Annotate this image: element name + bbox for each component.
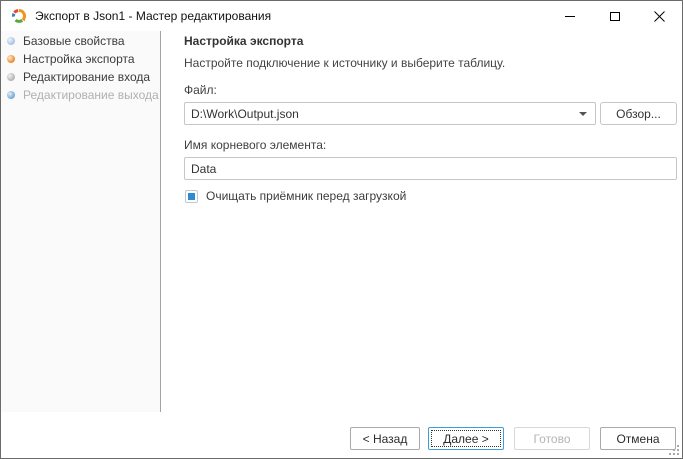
sidebar-item-output-editing: Редактирование выхода <box>1 86 160 104</box>
back-button[interactable]: < Назад <box>350 427 420 450</box>
step-dot-icon <box>7 73 15 81</box>
sidebar-item-export-settings[interactable]: Настройка экспорта <box>1 50 160 68</box>
step-dot-icon <box>7 91 15 99</box>
step-dot-icon <box>7 37 15 45</box>
chevron-down-icon[interactable] <box>579 112 587 116</box>
minimize-button[interactable] <box>547 1 592 31</box>
sidebar-item-basic-properties[interactable]: Базовые свойства <box>1 32 160 50</box>
page-title: Настройка экспорта <box>184 34 304 48</box>
app-logo-icon <box>11 9 26 23</box>
cancel-button[interactable]: Отмена <box>600 427 676 450</box>
window-controls <box>547 1 682 31</box>
window-title: Экспорт в Json1 - Мастер редактирования <box>35 9 272 23</box>
root-element-input[interactable] <box>184 157 677 180</box>
clear-target-checkbox[interactable] <box>185 189 198 203</box>
browse-button[interactable]: Обзор... <box>600 102 677 125</box>
wizard-steps-sidebar: Базовые свойства Настройка экспорта Реда… <box>1 31 161 412</box>
close-icon <box>654 10 665 22</box>
resize-grip[interactable] <box>668 444 679 455</box>
file-path-combobox[interactable]: D:\Work\Output.json <box>184 102 596 125</box>
step-dot-icon <box>7 55 15 63</box>
clear-target-checkbox-label: Очищать приёмник перед загрузкой <box>206 189 407 203</box>
page-subtitle: Настройте подключение к источнику и выбе… <box>184 56 506 70</box>
checkbox-check-icon <box>188 192 195 200</box>
next-button[interactable]: Далее > <box>428 427 504 450</box>
root-element-label: Имя корневого элемента: <box>184 138 327 152</box>
file-field-label: Файл: <box>184 83 217 97</box>
wizard-window: Экспорт в Json1 - Мастер редактирования … <box>0 0 683 459</box>
maximize-icon <box>609 11 620 21</box>
clear-target-checkbox-row[interactable]: Очищать приёмник перед загрузкой <box>185 189 406 203</box>
finish-button[interactable]: Готово <box>514 427 590 450</box>
file-path-value: D:\Work\Output.json <box>191 106 299 121</box>
step-label: Базовые свойства <box>23 34 125 48</box>
sidebar-item-input-editing[interactable]: Редактирование входа <box>1 68 160 86</box>
maximize-button[interactable] <box>592 1 637 31</box>
minimize-icon <box>564 15 575 17</box>
close-button[interactable] <box>637 1 682 31</box>
titlebar: Экспорт в Json1 - Мастер редактирования <box>1 1 682 31</box>
step-label: Настройка экспорта <box>23 52 135 66</box>
step-label: Редактирование входа <box>23 70 151 84</box>
step-label: Редактирование выхода <box>23 88 159 102</box>
